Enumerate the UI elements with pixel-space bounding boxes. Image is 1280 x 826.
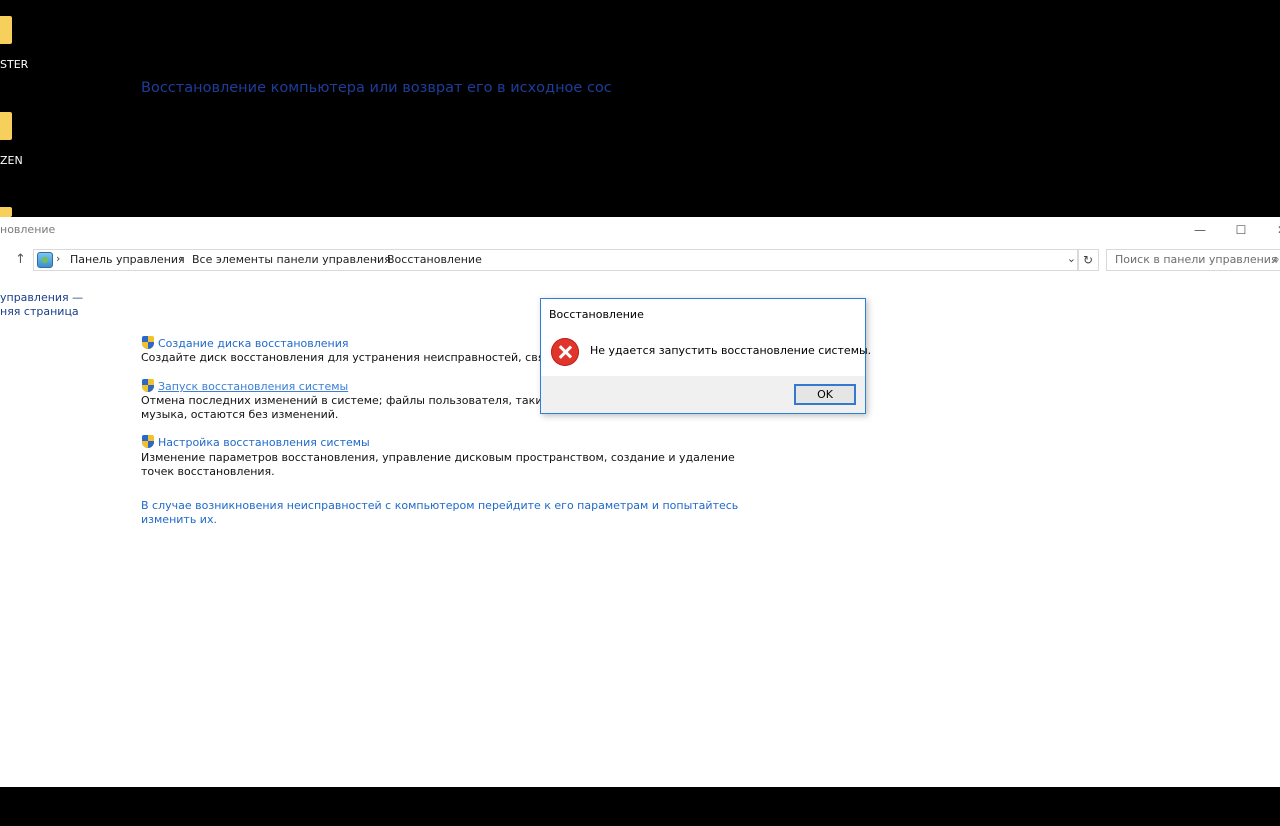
sidebar-home-link-line2[interactable]: няя страница xyxy=(0,305,79,318)
address-bar[interactable]: › Панель управления › Все элементы панел… xyxy=(33,249,1079,271)
desktop-icon-label[interactable]: ZEN xyxy=(0,154,23,167)
dialog-footer: OK xyxy=(541,376,865,413)
breadcrumb-all-items[interactable]: Все элементы панели управления xyxy=(192,253,391,266)
maximize-button[interactable]: ☐ xyxy=(1221,217,1261,243)
open-system-restore-link[interactable]: Запуск восстановления системы xyxy=(158,380,348,393)
uac-shield-icon xyxy=(142,379,154,392)
close-button[interactable]: ✕ xyxy=(1262,217,1280,243)
search-input[interactable]: Поиск в панели управления ⌕ xyxy=(1106,249,1280,271)
search-icon[interactable]: ⌕ xyxy=(1273,252,1280,267)
task-description: Создайте диск восстановления для устране… xyxy=(141,351,606,364)
window-title: новление xyxy=(0,223,56,236)
ok-button[interactable]: OK xyxy=(794,384,856,405)
refresh-icon[interactable]: ↻ xyxy=(1077,249,1099,271)
breadcrumb-separator[interactable]: › xyxy=(373,252,377,265)
minimize-button[interactable]: — xyxy=(1180,217,1220,243)
breadcrumb-control-panel[interactable]: Панель управления xyxy=(70,253,185,266)
breadcrumb-recovery[interactable]: Восстановление xyxy=(387,253,482,266)
uac-shield-icon xyxy=(142,435,154,448)
error-dialog: Восстановление Не удается запустить восс… xyxy=(540,298,871,414)
go-to-settings-link[interactable]: В случае возникновения неисправностей с … xyxy=(141,499,738,513)
dialog-message: Не удается запустить восстановление сист… xyxy=(590,344,872,357)
page-title: Восстановление компьютера или возврат ег… xyxy=(141,80,612,96)
control-panel-icon xyxy=(37,252,53,268)
up-arrow-icon[interactable]: ↑ xyxy=(15,252,26,267)
configure-system-restore-link[interactable]: Настройка восстановления системы xyxy=(158,436,370,449)
task-description: Отмена последних изменений в системе; фа… xyxy=(141,394,604,407)
folder-icon[interactable] xyxy=(0,112,12,140)
desktop-icon-label[interactable]: STER xyxy=(0,58,28,71)
folder-icon[interactable] xyxy=(0,207,12,217)
search-placeholder: Поиск в панели управления xyxy=(1115,253,1278,266)
error-icon xyxy=(551,338,579,366)
folder-icon[interactable] xyxy=(0,16,12,44)
breadcrumb-separator[interactable]: › xyxy=(56,252,60,265)
sidebar-home-link[interactable]: управления — xyxy=(0,291,83,304)
uac-shield-icon xyxy=(142,336,154,349)
go-to-settings-link-line2[interactable]: изменить их. xyxy=(141,513,217,527)
create-recovery-drive-link[interactable]: Создание диска восстановления xyxy=(158,337,349,350)
task-description: Изменение параметров восстановления, упр… xyxy=(141,451,735,464)
breadcrumb-separator[interactable]: › xyxy=(179,252,183,265)
dialog-title: Восстановление xyxy=(549,308,644,321)
task-description: музыка, остаются без изменений. xyxy=(141,408,339,421)
chevron-down-icon[interactable]: ⌄ xyxy=(1067,252,1076,265)
task-description: точек восстановления. xyxy=(141,465,275,478)
